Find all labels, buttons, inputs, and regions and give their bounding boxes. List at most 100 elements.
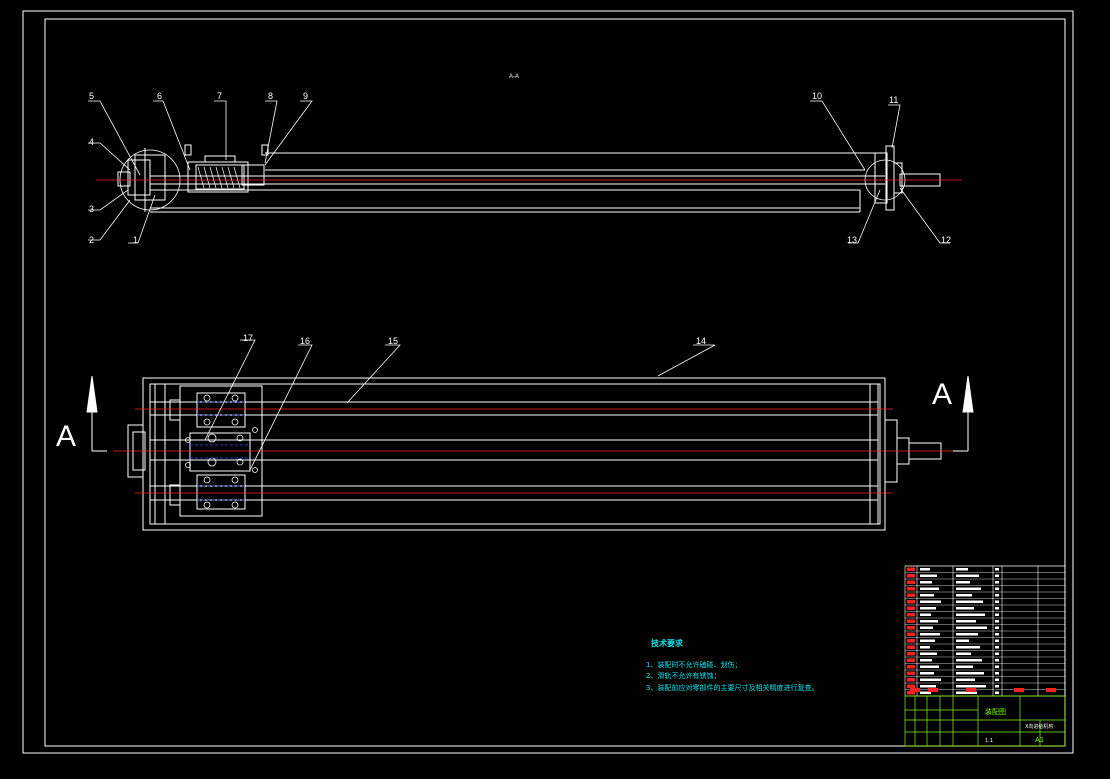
bom-row-number-mark <box>907 639 915 643</box>
title-part-name: X向进给机构 <box>1025 723 1053 730</box>
bom-row-number-mark <box>907 658 915 662</box>
sheet-outer-border <box>22 10 1074 754</box>
bom-row-code-mark <box>920 626 933 629</box>
bom-row-number-mark <box>907 593 915 597</box>
bom-row-qty-mark <box>995 600 999 603</box>
svg-text:15: 15 <box>388 336 398 346</box>
bom-row-name-mark <box>956 659 982 662</box>
title-scale: 1:1 <box>985 738 993 744</box>
section-arrow-right <box>953 375 974 452</box>
sheet-inner-border <box>44 18 1066 747</box>
bom-row-name-mark <box>956 665 973 668</box>
svg-text:17: 17 <box>243 333 253 343</box>
bom-row-qty-mark <box>995 568 999 571</box>
callout-labels-bottom: 14 15 16 17 <box>243 333 706 346</box>
svg-text:9: 9 <box>303 91 308 101</box>
svg-text:4: 4 <box>89 137 94 147</box>
bom-row-code-mark <box>920 568 930 571</box>
bom-row-qty-mark <box>995 620 999 623</box>
bom-row-name-mark <box>956 613 985 616</box>
svg-text:5: 5 <box>89 91 94 101</box>
tech-req-heading: 技术要求 <box>651 638 684 648</box>
bom-row-number-mark <box>907 613 915 617</box>
section-title: A-A <box>509 74 519 80</box>
bom-row-number-mark <box>907 645 915 649</box>
svg-text:13: 13 <box>847 235 857 245</box>
callout-leaders-bottom <box>204 339 716 471</box>
bom-row-name-mark <box>956 587 981 590</box>
bom-row-qty-mark <box>995 665 999 668</box>
bom-row-code-mark <box>920 652 937 655</box>
bom-header-mark <box>928 688 938 692</box>
svg-text:10: 10 <box>812 91 822 101</box>
bom-row-name-mark <box>956 568 968 571</box>
bom-row-number-mark <box>907 580 915 584</box>
bom-row-qty-mark <box>995 691 999 694</box>
bom-row-number-mark <box>907 606 915 610</box>
bom-row-code-mark <box>920 685 936 688</box>
bom-row-name-mark <box>956 685 986 688</box>
bom-row-code-mark <box>920 607 936 610</box>
bom-row-qty-mark <box>995 581 999 584</box>
bom-row-name-mark <box>956 600 983 603</box>
bom-row-code-mark <box>920 639 935 642</box>
plan-view <box>127 377 942 531</box>
bom-row-qty-mark <box>995 607 999 610</box>
bom-row-name-mark <box>956 607 974 610</box>
bom-row-code-mark <box>920 587 939 590</box>
svg-text:12: 12 <box>941 235 951 245</box>
bom-header-mark <box>1046 688 1056 692</box>
bom-row-number-mark <box>907 684 915 688</box>
bom-row-qty-mark <box>995 613 999 616</box>
bom-row-number-mark <box>907 678 915 682</box>
bom-row-number-mark <box>907 567 915 571</box>
bom-row-name-mark <box>956 678 975 681</box>
svg-text:8: 8 <box>268 91 273 101</box>
bom-row-qty-mark <box>995 626 999 629</box>
bom-row-code-mark <box>920 659 932 662</box>
bom-row-qty-mark <box>995 646 999 649</box>
bom-row-qty-mark <box>995 672 999 675</box>
bom-row-name-mark <box>956 672 984 675</box>
bom-row-name-mark <box>956 646 980 649</box>
bom-row-number-mark <box>907 632 915 636</box>
svg-text:1: 1 <box>133 235 138 245</box>
view-letter-left: A <box>56 420 76 453</box>
tech-req-item-2: 2、滑轨不允许有锈蚀； <box>646 671 720 680</box>
svg-text:11: 11 <box>889 95 898 105</box>
bom-row-code-mark <box>920 600 941 603</box>
bom-row-name-mark <box>956 626 987 629</box>
svg-text:16: 16 <box>300 336 310 346</box>
bom-row-qty-mark <box>995 659 999 662</box>
svg-text:3: 3 <box>89 204 94 214</box>
bom-row-code-mark <box>920 594 934 597</box>
svg-text:6: 6 <box>157 91 162 101</box>
bom-header-mark <box>966 688 976 692</box>
bom-row-number-mark <box>907 665 915 669</box>
bom-rows <box>905 565 1065 695</box>
bom-row-name-mark <box>956 594 972 597</box>
bom-row-qty-mark <box>995 574 999 577</box>
bom-row-name-mark <box>956 581 970 584</box>
tech-req-item-1: 1、装配时不允许磕碰、划伤； <box>646 660 741 669</box>
bom-row-qty-mark <box>995 639 999 642</box>
bom-row-qty-mark <box>995 678 999 681</box>
technical-requirements: 技术要求 1、装配时不允许磕碰、划伤； 2、滑轨不允许有锈蚀； 3、装配前应对零… <box>646 638 818 692</box>
bom-row-name-mark <box>956 574 979 577</box>
centerlines-plan <box>113 408 960 494</box>
bom-header-mark <box>910 688 920 692</box>
bom-row-number-mark <box>907 652 915 656</box>
svg-text:2: 2 <box>89 235 94 245</box>
bom-row-name-mark <box>956 639 969 642</box>
bom-header-mark <box>1014 688 1024 692</box>
bom-row-code-mark <box>920 646 930 649</box>
bom-row-number-mark <box>907 626 915 630</box>
bom-row-code-mark <box>920 665 939 668</box>
bom-row-qty-mark <box>995 652 999 655</box>
bom-row-name-mark <box>956 620 976 623</box>
bom-row-code-mark <box>920 613 931 616</box>
bom-row-number-mark <box>907 619 915 623</box>
section-arrow-left <box>86 375 107 452</box>
bom-row-number-mark <box>907 671 915 675</box>
section-view-aa <box>117 144 941 213</box>
